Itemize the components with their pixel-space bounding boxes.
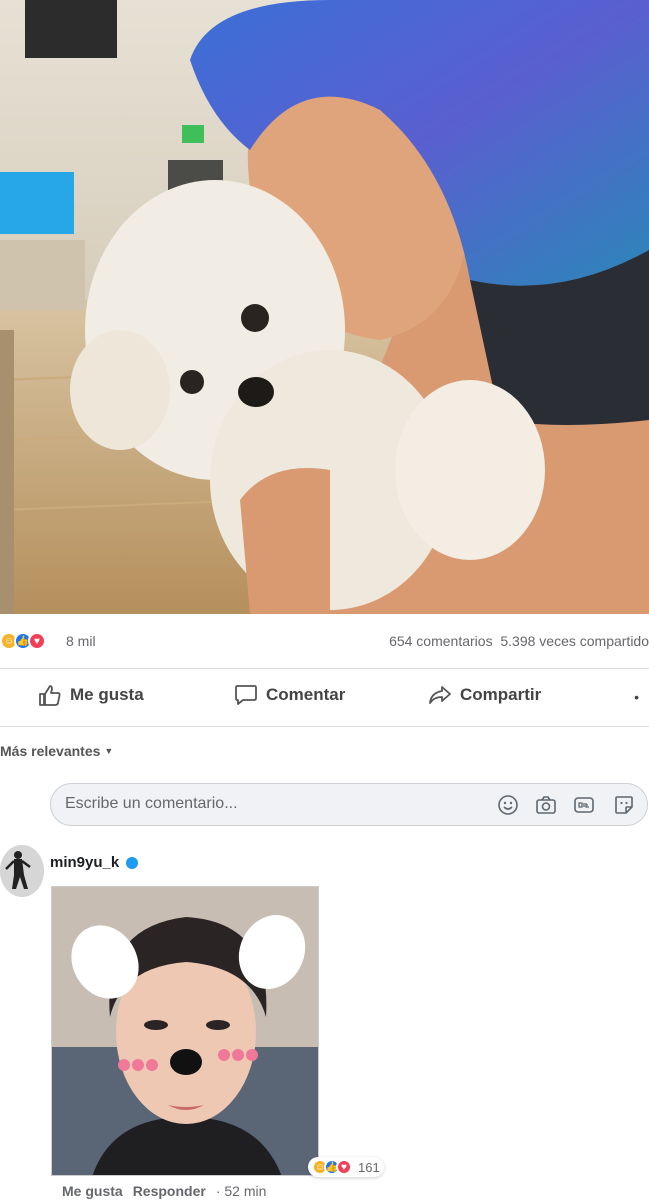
comment-composer [50, 783, 648, 826]
like-button[interactable]: Me gusta [38, 684, 144, 706]
love-reaction-icon: ♥ [28, 632, 46, 650]
comment-time: · 52 min [215, 1183, 267, 1199]
reaction-count[interactable]: 8 mil [66, 633, 96, 649]
post-stats-bar: ☺ 👍 ♥ 8 mil 654 comentarios 5.398 veces … [0, 622, 649, 662]
comment-author[interactable]: min9yu_k [50, 854, 139, 871]
post-photo[interactable] [0, 0, 649, 614]
comment-button[interactable]: Comentar [234, 684, 345, 706]
comment-reactions[interactable]: ☺ 👍 ♥ 161 [308, 1157, 384, 1177]
verified-badge-icon [126, 856, 139, 869]
share-arrow-icon [429, 686, 451, 704]
divider [0, 726, 649, 727]
avatar-image [0, 845, 44, 897]
caret-down-icon: ▼ [104, 746, 114, 756]
comment-photo-illustration [52, 887, 318, 1175]
shares-count[interactable]: 5.398 veces compartido [500, 633, 649, 649]
comment-button-label: Comentar [266, 685, 346, 704]
smiley-icon[interactable] [497, 794, 519, 816]
gif-icon[interactable] [573, 794, 595, 816]
comment-username[interactable]: min9yu_k [50, 854, 119, 871]
avatar[interactable] [0, 845, 44, 897]
like-button-label: Me gusta [70, 685, 144, 704]
divider [0, 668, 649, 669]
reaction-icons[interactable]: ☺ 👍 ♥ [0, 632, 46, 650]
comment-reply-link[interactable]: Responder [133, 1183, 206, 1199]
love-reaction-icon: ♥ [336, 1159, 352, 1175]
comment-reaction-count: 161 [358, 1159, 380, 1175]
comment-sort-dropdown[interactable]: Más relevantes ▼ [0, 743, 113, 759]
camera-icon[interactable] [535, 794, 557, 816]
comment-sort-label: Más relevantes [0, 743, 101, 759]
comment-like-link[interactable]: Me gusta [62, 1183, 123, 1199]
more-options-button[interactable]: • [634, 689, 639, 705]
comments-count[interactable]: 654 comentarios [389, 633, 493, 649]
thumbs-up-icon [39, 685, 61, 706]
post-counts: 654 comentarios 5.398 veces compartido [389, 633, 649, 649]
comment-photo[interactable] [51, 886, 319, 1176]
share-button[interactable]: Compartir [428, 684, 541, 706]
comment-footer: Me gusta Responder · 52 min [62, 1183, 266, 1199]
sticker-icon[interactable] [613, 794, 635, 816]
speech-bubble-icon [235, 685, 257, 705]
post-action-bar: Me gusta Comentar Compartir • [0, 672, 649, 724]
post-photo-illustration [0, 0, 649, 614]
comment-time-value: 52 min [224, 1183, 267, 1199]
comment-input[interactable] [63, 794, 447, 814]
share-button-label: Compartir [460, 685, 542, 704]
